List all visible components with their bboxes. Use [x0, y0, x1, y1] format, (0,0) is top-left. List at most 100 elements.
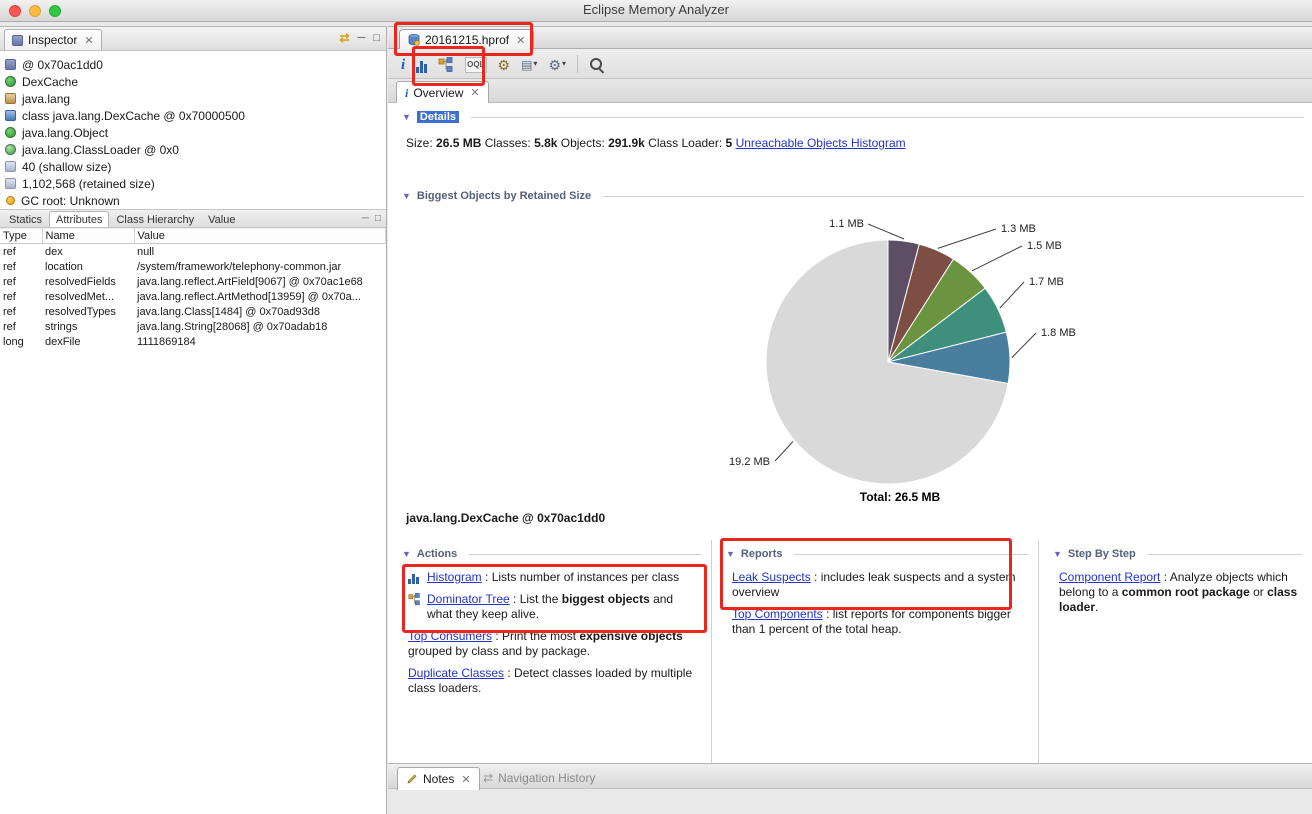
dominator-tree-icon — [408, 593, 422, 606]
configuration-icon[interactable]: ⚙ ▾ — [548, 55, 566, 73]
inspector-tab-statics[interactable]: Statics — [2, 211, 49, 227]
overview-page-tab[interactable]: i Overview ✕ — [396, 81, 489, 103]
table-row[interactable]: long dexFile 1111869184 — [0, 334, 386, 349]
table-cell: long — [3, 335, 24, 348]
histogram-icon[interactable] — [416, 55, 428, 73]
table-cell: dex — [45, 245, 63, 258]
section-title: Reports — [740, 548, 783, 560]
collapse-triangle-icon[interactable]: ▼ — [1053, 549, 1062, 559]
tree-item-label: java.lang.Object — [22, 125, 109, 140]
pencil-icon — [407, 774, 417, 784]
collapse-triangle-icon[interactable]: ▼ — [402, 549, 411, 559]
leak-suspects-link[interactable]: Leak Suspects — [732, 570, 811, 584]
collapse-triangle-icon[interactable]: ▼ — [402, 112, 411, 122]
tree-item-label: 1,102,568 (retained size) — [22, 176, 155, 191]
zoom-window-button[interactable] — [49, 5, 61, 17]
column-header[interactable]: Name — [42, 228, 135, 244]
heap-dump-icon — [408, 34, 420, 46]
column-header[interactable]: Type — [0, 228, 43, 244]
inspector-view-tab[interactable]: Inspector ✕ — [4, 29, 102, 50]
top-components-link[interactable]: Top Components — [732, 607, 823, 621]
table-row[interactable]: ref resolvedMet... java.lang.reflect.ArtMe… — [0, 289, 386, 304]
pie-slice-label: 1.5 MB — [1027, 240, 1062, 252]
duplicate-classes-link[interactable]: Duplicate Classes — [408, 666, 504, 680]
view-mini-controls[interactable]: ─ □ — [362, 213, 381, 224]
editor-area: 20161215.hprof ✕ i OQL ⚙ ▤ ▾ ⚙ ▾ i Overv… — [388, 26, 1312, 814]
minimize-view-icon[interactable]: ─ — [358, 32, 366, 44]
stats-text: Classes: — [481, 136, 535, 150]
item-description: : Lists number of instances per class — [481, 570, 680, 584]
acquire-heap-dump-icon[interactable]: ⚙ — [498, 55, 511, 73]
top-consumers-link[interactable]: Top Consumers — [408, 629, 492, 643]
item-description: grouped by class and by package. — [408, 644, 591, 658]
overview-sections: ▼ Actions Histogram : Lists number of in… — [388, 540, 1312, 763]
item-description: : List the — [509, 592, 562, 606]
eclipse-memory-analyzer-window: Eclipse Memory Analyzer Inspector ✕ ⇄ ─ … — [0, 0, 1312, 814]
collapse-triangle-icon[interactable]: ▼ — [726, 549, 735, 559]
tree-item[interactable]: DexCache — [5, 73, 386, 90]
inspector-tab-attributes[interactable]: Attributes — [49, 211, 110, 227]
table-cell: resolvedFields — [45, 275, 116, 288]
class-blue-icon — [5, 110, 16, 121]
minimize-window-button[interactable] — [29, 5, 41, 17]
table-cell: java.lang.reflect.ArtMethod[13959] @ 0x7… — [137, 290, 361, 303]
tree-item[interactable]: java.lang.ClassLoader @ 0x0 — [5, 141, 386, 158]
tree-item[interactable]: java.lang — [5, 90, 386, 107]
tree-item[interactable]: java.lang.Object — [5, 124, 386, 141]
close-icon[interactable]: ✕ — [516, 34, 525, 47]
table-cell: 1111869184 — [137, 335, 196, 348]
item-description: or — [1249, 585, 1268, 599]
pie-label-leader — [937, 228, 997, 249]
open-query-browser-icon[interactable]: ▤ ▾ — [521, 55, 537, 73]
selected-object-label: java.lang.DexCache @ 0x70ac1dd0 — [406, 511, 606, 525]
close-icon[interactable]: ✕ — [470, 86, 479, 99]
tree-item[interactable]: 1,102,568 (retained size) — [5, 175, 386, 192]
histogram-link[interactable]: Histogram — [427, 570, 482, 584]
tree-item[interactable]: @ 0x70ac1dd0 — [5, 56, 386, 73]
maximize-view-icon[interactable]: □ — [373, 32, 380, 44]
close-window-button[interactable] — [9, 5, 21, 17]
tree-item[interactable]: 40 (shallow size) — [5, 158, 386, 175]
table-row[interactable]: ref dex null — [0, 244, 386, 260]
column-header[interactable]: Value — [134, 228, 386, 244]
overview-content: ▼ Details Size: 26.5 MB Classes: 5.8k Ob… — [388, 103, 1312, 763]
navigation-history-tab[interactable]: ⇄ Navigation History — [483, 771, 595, 785]
stats-text: 291.9k — [608, 136, 645, 150]
table-row[interactable]: ref resolvedTypes java.lang.Class[1484] @ … — [0, 304, 386, 319]
table-row[interactable]: ref location/system/framework/telephony-c… — [0, 259, 386, 274]
inspector-tab-class-hierarchy[interactable]: Class Hierarchy — [109, 211, 201, 227]
oql-icon[interactable]: OQL — [465, 55, 487, 73]
item-description: common root package — [1121, 585, 1250, 599]
unreachable-objects-histogram-link[interactable]: Unreachable Objects Histogram — [736, 136, 906, 150]
item-description: biggest objects — [561, 592, 650, 606]
inspector-tabs: Statics Attributes Class Hierarchy Value ─ □ — [0, 209, 386, 228]
section-item: Leak Suspects : includes leak suspects a… — [732, 570, 1028, 600]
search-icon[interactable] — [589, 55, 605, 73]
overview-info-icon[interactable]: i — [401, 55, 405, 73]
histogram-icon — [408, 571, 422, 584]
inspector-tab-value[interactable]: Value — [201, 211, 242, 227]
table-row[interactable]: ref resolvedFields java.lang.reflect.ArtFi… — [0, 274, 386, 289]
notes-view-tab[interactable]: Notes ✕ — [397, 767, 480, 790]
table-cell: ref — [3, 305, 16, 318]
component-report-link[interactable]: Component Report — [1059, 570, 1160, 584]
biggest-objects-section-header: ▼ Biggest Objects by Retained Size — [402, 190, 1304, 202]
dominator-tree-icon[interactable] — [438, 55, 454, 73]
close-icon[interactable]: ✕ — [84, 34, 93, 47]
collapse-triangle-icon[interactable]: ▼ — [402, 191, 411, 201]
heap-dump-editor-tab[interactable]: 20161215.hprof ✕ — [399, 29, 535, 50]
table-cell: /system/framework/telephony-common.jar — [137, 260, 342, 273]
pie-slice-label: 1.3 MB — [1001, 223, 1036, 235]
section-step-by-step: ▼ Step By Step Component Report : Analyz… — [1038, 540, 1312, 763]
dominator-tree-link[interactable]: Dominator Tree — [427, 592, 510, 606]
size-icon — [5, 161, 16, 172]
retained-size-pie-chart[interactable]: 1.1 MB 1.3 MB 1.5 MB 1.7 MB 1.8 MB 19.2 MB Tot… — [388, 209, 1310, 509]
notes-tab-label: Notes — [423, 772, 455, 786]
link-with-snapshot-icon[interactable]: ⇄ — [339, 31, 349, 45]
inspector-view-header: Inspector ✕ ⇄ ─ □ — [0, 27, 386, 51]
details-title: Details — [416, 111, 459, 123]
close-icon[interactable]: ✕ — [461, 773, 470, 786]
table-row[interactable]: ref strings java.lang.String[28068] @ 0x70… — [0, 319, 386, 334]
tree-item[interactable]: class java.lang.DexCache @ 0x70000500 — [5, 107, 386, 124]
tree-item[interactable]: GC root: Unknown — [5, 192, 386, 209]
